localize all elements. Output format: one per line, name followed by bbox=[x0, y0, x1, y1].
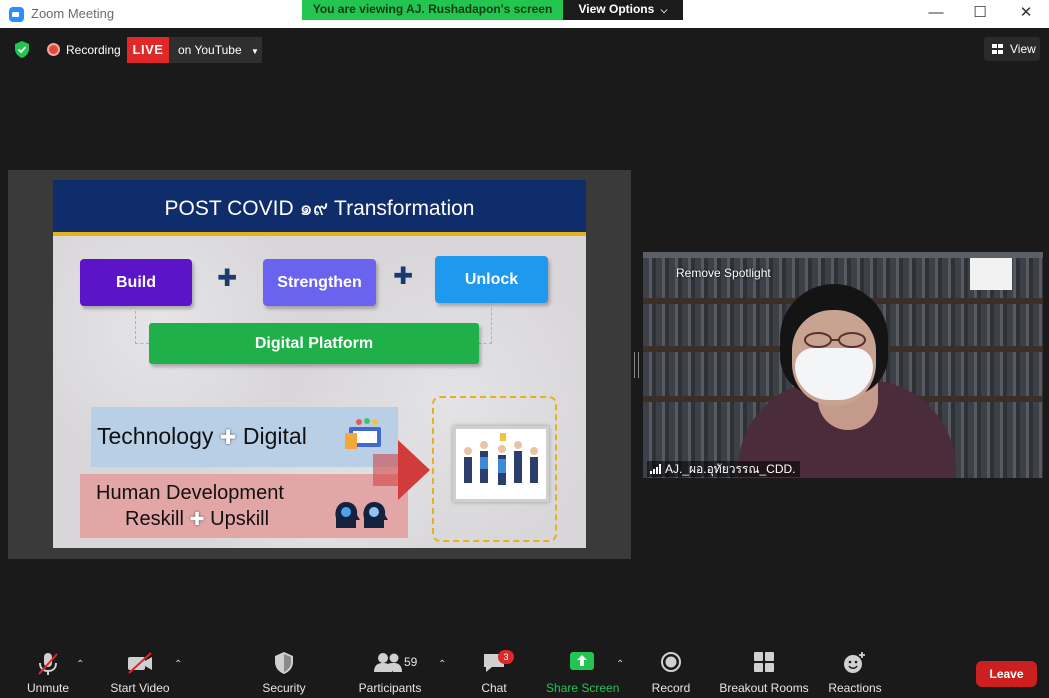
technology-text: Technology bbox=[97, 423, 214, 449]
view-button[interactable]: View bbox=[984, 37, 1040, 61]
participants-options-caret[interactable]: ⌃ bbox=[438, 659, 446, 670]
reactions-label: Reactions bbox=[828, 681, 882, 695]
presentation-slide: POST COVID ๑๙ Transformation Build ✚ Str… bbox=[53, 180, 586, 548]
participants-button[interactable]: 59 Participants bbox=[356, 645, 424, 698]
participant-video-tile[interactable]: Remove Spotlight AJ._ผอ.อุทัยวรรณ_CDD. bbox=[643, 252, 1043, 478]
reactions-button[interactable]: Reactions bbox=[826, 645, 884, 698]
panel-splitter-handle[interactable] bbox=[634, 352, 639, 378]
participant-name: AJ._ผอ.อุทัยวรรณ_CDD. bbox=[665, 462, 796, 476]
view-options-label: View Options bbox=[578, 2, 655, 16]
chat-label: Chat bbox=[481, 681, 507, 695]
participant-name-label: AJ._ผอ.อุทัยวรรณ_CDD. bbox=[647, 461, 800, 477]
share-screen-label: Share Screen bbox=[546, 681, 620, 695]
security-label: Security bbox=[262, 681, 306, 695]
security-shield-icon bbox=[275, 652, 293, 674]
technology-digital-box: Technology ✚ Digital bbox=[91, 407, 398, 467]
encryption-shield-icon[interactable] bbox=[14, 41, 30, 58]
unlock-box: Unlock bbox=[435, 256, 548, 303]
video-options-caret[interactable]: ⌃ bbox=[174, 659, 182, 670]
plus-icon: ✚ bbox=[189, 509, 205, 529]
strengthen-box: Strengthen bbox=[263, 259, 376, 306]
signal-strength-icon bbox=[650, 464, 661, 474]
celebrating-people-icon bbox=[464, 433, 538, 485]
share-screen-button[interactable]: Share Screen bbox=[546, 645, 620, 698]
microphone-muted-icon bbox=[38, 653, 58, 675]
breakout-rooms-button[interactable]: Breakout Rooms bbox=[716, 645, 812, 698]
recording-dot-icon bbox=[47, 43, 60, 56]
participants-count: 59 bbox=[404, 655, 418, 669]
recording-label[interactable]: Recording bbox=[66, 43, 121, 57]
wall-paper-sheet bbox=[970, 258, 1012, 290]
start-video-button[interactable]: Start Video bbox=[106, 645, 174, 698]
plus-icon: ✚ bbox=[393, 263, 414, 290]
head-brain-icon bbox=[335, 502, 388, 528]
security-button[interactable]: Security bbox=[256, 645, 312, 698]
live-badge: LIVE bbox=[127, 37, 169, 63]
dashed-connector bbox=[135, 306, 149, 344]
chat-unread-badge: 3 bbox=[498, 650, 514, 664]
window-title: Zoom Meeting bbox=[31, 6, 115, 21]
share-options-caret[interactable]: ⌃ bbox=[616, 659, 624, 670]
breakout-rooms-label: Breakout Rooms bbox=[719, 681, 809, 695]
youtube-stream-dropdown[interactable]: on YouTube ▼ bbox=[169, 37, 262, 63]
view-options-button[interactable]: View Options ⌵ bbox=[563, 0, 683, 20]
start-video-label: Start Video bbox=[110, 681, 170, 695]
record-button[interactable]: Record bbox=[646, 645, 696, 698]
participants-label: Participants bbox=[358, 681, 422, 695]
share-screen-icon bbox=[570, 652, 594, 670]
camera-off-icon bbox=[128, 652, 152, 674]
chevron-down-icon: ⌵ bbox=[660, 5, 668, 15]
plus-icon: ✚ bbox=[219, 427, 237, 449]
reactions-smiley-icon bbox=[844, 652, 865, 673]
dashed-connector bbox=[478, 303, 492, 344]
close-button[interactable]: ✕ bbox=[1016, 4, 1036, 22]
record-label: Record bbox=[651, 681, 691, 695]
digital-platform-box: Digital Platform bbox=[149, 323, 479, 364]
caret-down-icon: ▼ bbox=[250, 47, 259, 56]
leave-meeting-button[interactable]: Leave bbox=[976, 661, 1037, 687]
meeting-toolbar: Unmute ⌃ Start Video ⌃ Security 59 Parti… bbox=[0, 645, 1049, 698]
grid-view-icon bbox=[992, 44, 1003, 54]
unmute-label: Unmute bbox=[26, 681, 70, 695]
reskill-text: Reskill bbox=[125, 508, 184, 530]
youtube-label: on YouTube bbox=[178, 43, 242, 57]
glasses bbox=[804, 332, 866, 348]
build-box: Build bbox=[80, 259, 192, 306]
remove-spotlight-button[interactable]: Remove Spotlight bbox=[676, 266, 771, 280]
title-bar: Zoom Meeting You are viewing AJ. Rushada… bbox=[0, 0, 1049, 28]
audio-options-caret[interactable]: ⌃ bbox=[76, 659, 84, 670]
viewing-screen-banner: You are viewing AJ. Rushadapon's screen bbox=[302, 0, 563, 20]
plus-icon: ✚ bbox=[217, 265, 238, 292]
breakout-rooms-icon bbox=[754, 652, 774, 672]
human-development-box: Human Development Reskill ✚ Upskill bbox=[80, 474, 408, 538]
record-icon bbox=[661, 652, 681, 672]
arrow-shaft bbox=[373, 454, 401, 486]
zoom-logo-icon bbox=[9, 7, 24, 22]
unmute-button[interactable]: Unmute bbox=[18, 645, 78, 698]
arrow-right-icon bbox=[398, 440, 430, 500]
maximize-button[interactable]: ☐ bbox=[970, 4, 990, 22]
slide-title: POST COVID ๑๙ Transformation bbox=[53, 180, 586, 236]
view-label: View bbox=[1010, 42, 1036, 56]
minimize-button[interactable]: — bbox=[926, 4, 946, 22]
chat-button[interactable]: 3 Chat bbox=[472, 645, 516, 698]
upskill-text: Upskill bbox=[210, 508, 270, 530]
participants-icon bbox=[374, 653, 402, 672]
digital-text: Digital bbox=[242, 423, 307, 449]
celebrating-team-image bbox=[453, 426, 549, 502]
online-shop-icon bbox=[345, 418, 381, 449]
